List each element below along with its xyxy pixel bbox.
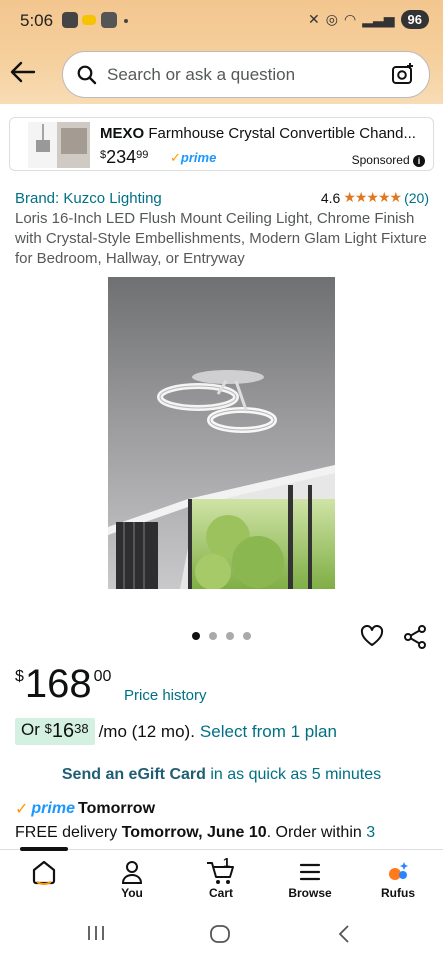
- price-history-link[interactable]: Price history: [124, 687, 207, 704]
- heart-icon[interactable]: [360, 624, 384, 652]
- carousel-dot[interactable]: [243, 632, 251, 640]
- prime-check-icon: ✓: [15, 801, 29, 818]
- star-rating-icon: ★★★★★: [343, 189, 402, 205]
- app-notification-icon: [62, 12, 78, 28]
- carousel-dot[interactable]: [226, 632, 234, 640]
- rating-count[interactable]: (20): [404, 190, 429, 206]
- bottom-navigation: You 1 Cart Browse Rufus: [0, 849, 443, 907]
- nav-home[interactable]: [4, 858, 84, 886]
- cart-icon: 1: [181, 855, 261, 886]
- status-bar: 5:06 ✕ ◎ ◠ ▂▃▅ 96: [0, 0, 443, 42]
- status-icons: ✕ ◎ ◠ ▂▃▅ 96: [308, 10, 429, 29]
- rufus-icon: [358, 858, 438, 886]
- back-button-icon[interactable]: [336, 924, 352, 949]
- signal-icon: ▂▃▅: [362, 11, 395, 27]
- rating-value: 4.6: [320, 189, 341, 206]
- app-notification-icon: [82, 15, 96, 25]
- nav-rufus[interactable]: Rufus: [358, 858, 438, 900]
- battery-indicator: 96: [400, 10, 429, 29]
- back-arrow-icon[interactable]: [10, 60, 38, 86]
- hotspot-icon: ◎: [325, 11, 338, 27]
- brand-link[interactable]: Brand: Kuzco Lighting: [15, 190, 162, 207]
- app-header: 5:06 ✕ ◎ ◠ ▂▃▅ 96 Search or ask a questi…: [0, 0, 443, 104]
- active-tab-indicator: [20, 847, 68, 851]
- camera-lens-icon[interactable]: [391, 62, 415, 91]
- share-icon[interactable]: [403, 625, 427, 654]
- prime-delivery-badge: ✓ prime Tomorrow: [15, 800, 156, 818]
- nav-browse[interactable]: Browse: [270, 858, 350, 900]
- mute-icon: ✕: [308, 11, 320, 27]
- home-icon: [4, 858, 84, 886]
- ad-thumbnail: [28, 122, 90, 168]
- menu-icon: [270, 858, 350, 886]
- dot-icon: [124, 19, 128, 23]
- sponsored-product-ad[interactable]: MEXO Farmhouse Crystal Convertible Chand…: [9, 117, 434, 171]
- carousel-dot[interactable]: [192, 632, 200, 640]
- search-placeholder: Search or ask a question: [107, 65, 296, 84]
- installment-plan: Or $ 16 38 /mo (12 mo). Select from 1 pl…: [15, 718, 337, 745]
- sponsored-label[interactable]: Sponsored i: [352, 153, 425, 167]
- info-icon[interactable]: i: [413, 155, 425, 167]
- product-price: $ 168 00: [15, 662, 112, 706]
- app-notification-icon: [101, 12, 117, 28]
- prime-badge: ✓prime: [170, 150, 217, 165]
- home-button-icon[interactable]: [209, 924, 231, 949]
- carousel-dot[interactable]: [209, 632, 217, 640]
- delivery-info: FREE delivery Tomorrow, June 10. Order w…: [15, 824, 376, 841]
- ad-title: MEXO Farmhouse Crystal Convertible Chand…: [100, 125, 416, 142]
- send-egift-link[interactable]: Send an eGift Card in as quick as 5 minu…: [0, 766, 443, 784]
- search-icon: [77, 65, 97, 90]
- recent-apps-icon[interactable]: [86, 924, 106, 947]
- nav-you[interactable]: You: [92, 858, 172, 900]
- select-plan-link[interactable]: Select from 1 plan: [200, 722, 337, 742]
- search-bar[interactable]: Search or ask a question: [62, 51, 430, 98]
- ad-price: $23499: [100, 147, 149, 167]
- product-title: Loris 16-Inch LED Flush Mount Ceiling Li…: [15, 210, 427, 267]
- status-time: 5:06: [20, 11, 54, 30]
- person-icon: [92, 858, 172, 886]
- image-carousel-indicator[interactable]: [192, 632, 251, 640]
- monthly-price-chip: Or $ 16 38: [15, 718, 95, 745]
- system-navigation-bar: [0, 907, 443, 960]
- rating-summary[interactable]: 4.6 ★★★★★ (20): [321, 189, 429, 206]
- nav-cart[interactable]: 1 Cart: [181, 855, 261, 900]
- cart-count-badge: 1: [223, 855, 231, 870]
- wifi-icon: ◠: [344, 11, 357, 27]
- product-image[interactable]: [108, 277, 335, 589]
